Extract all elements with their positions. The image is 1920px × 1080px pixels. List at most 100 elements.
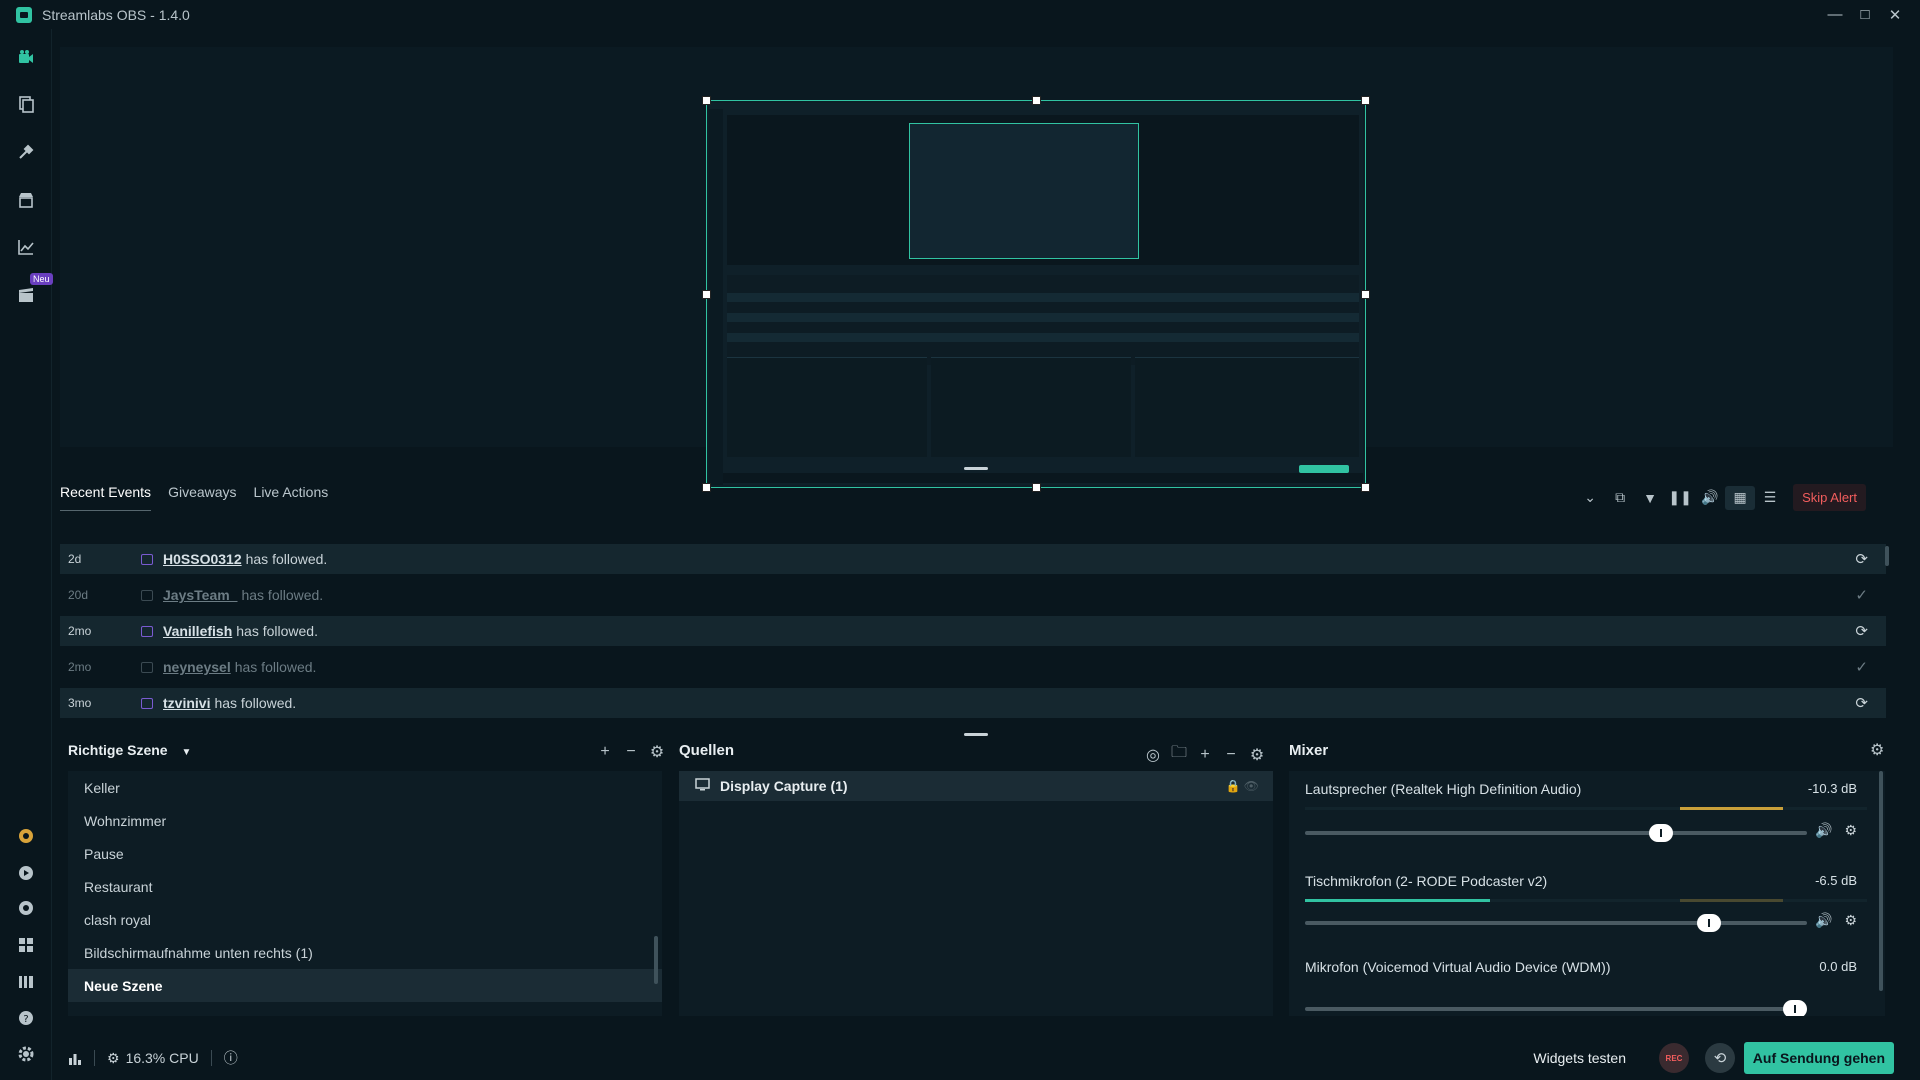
go-live-button[interactable]: Auf Sendung gehen bbox=[1743, 1042, 1894, 1074]
collapse-icon[interactable]: ⌄ bbox=[1575, 486, 1605, 510]
source-settings-icon[interactable]: ⚙ bbox=[1244, 745, 1270, 765]
display-capture-preview[interactable] bbox=[702, 96, 1370, 492]
events-scrollbar[interactable] bbox=[1885, 546, 1889, 566]
skip-alert-button[interactable]: Skip Alert bbox=[1793, 484, 1866, 511]
mute-alerts-icon[interactable]: 🔊 bbox=[1695, 486, 1725, 510]
event-row[interactable]: 20d JaysTeam_ has followed. ✓ bbox=[60, 580, 1886, 610]
resize-handle[interactable] bbox=[702, 96, 711, 105]
event-row[interactable]: 3mo tzvinivi has followed. ⟳ bbox=[60, 688, 1886, 718]
store-icon[interactable] bbox=[14, 188, 38, 212]
volume-slider-knob[interactable] bbox=[1696, 914, 1721, 932]
remove-scene-icon[interactable]: − bbox=[618, 743, 644, 761]
performance-stats-icon[interactable] bbox=[68, 1051, 82, 1065]
analytics-icon[interactable] bbox=[14, 235, 38, 259]
resize-handle[interactable] bbox=[1032, 483, 1041, 492]
event-user-link[interactable]: JaysTeam_ bbox=[163, 587, 237, 603]
channel-name: Mikrofon (Voicemod Virtual Audio Device … bbox=[1305, 959, 1611, 975]
tab-live-actions[interactable]: Live Actions bbox=[254, 484, 329, 510]
remove-source-icon[interactable]: − bbox=[1218, 746, 1244, 764]
widgets-test-button[interactable]: Widgets testen bbox=[1533, 1050, 1626, 1066]
filter-icon[interactable]: ▼ bbox=[1635, 486, 1665, 510]
add-source-icon[interactable]: + bbox=[1192, 746, 1218, 764]
list-view-icon[interactable]: ☰ bbox=[1755, 486, 1785, 510]
mixer-channel: Tischmikrofon (2- RODE Podcaster v2) -6.… bbox=[1305, 873, 1873, 932]
panel-resize-handle[interactable] bbox=[964, 733, 988, 736]
scene-item[interactable]: Bildschirmaufnahme unten rechts (1) bbox=[68, 936, 662, 969]
record-button[interactable]: REC bbox=[1659, 1043, 1689, 1073]
scene-item-active[interactable]: Neue Szene bbox=[68, 969, 662, 1002]
scene-collection-title[interactable]: Richtige Szene ▼ bbox=[68, 742, 191, 758]
volume-slider[interactable] bbox=[1305, 914, 1807, 932]
replay-buffer-icon[interactable]: ⟲ bbox=[1705, 1043, 1735, 1073]
mixer-scrollbar[interactable] bbox=[1879, 771, 1883, 991]
add-folder-icon[interactable]: 🗀 bbox=[1166, 741, 1192, 768]
add-scene-icon[interactable]: + bbox=[592, 743, 618, 761]
source-item[interactable]: Display Capture (1) 🔒 👁 bbox=[679, 771, 1273, 801]
resize-handle[interactable] bbox=[1032, 96, 1041, 105]
repeat-alert-icon[interactable]: ⟳ bbox=[1855, 694, 1868, 712]
prime-icon[interactable] bbox=[14, 824, 38, 848]
resize-handle[interactable] bbox=[1361, 96, 1370, 105]
highlighter-icon[interactable] bbox=[14, 283, 38, 307]
volume-slider-knob[interactable] bbox=[1649, 824, 1674, 842]
new-badge: Neu bbox=[30, 273, 53, 285]
scene-item[interactable]: Keller bbox=[68, 771, 662, 804]
resize-handle[interactable] bbox=[702, 290, 711, 299]
tab-recent-events[interactable]: Recent Events bbox=[60, 484, 152, 511]
mixer-channel: Lautsprecher (Realtek High Definition Au… bbox=[1305, 781, 1873, 842]
pause-icon[interactable]: ❚❚ bbox=[1665, 486, 1695, 510]
mute-speaker-icon[interactable]: 🔊 bbox=[1815, 912, 1832, 929]
panel-resize-handle[interactable] bbox=[964, 467, 988, 470]
apps-icon[interactable] bbox=[14, 970, 38, 994]
event-row[interactable]: 2mo neyneysel has followed. ✓ bbox=[60, 652, 1886, 682]
event-user-link[interactable]: H0SSO0312 bbox=[163, 551, 242, 567]
scene-item[interactable]: Pause bbox=[68, 837, 662, 870]
repeat-alert-icon[interactable]: ⟳ bbox=[1855, 550, 1868, 568]
scenes-scrollbar[interactable] bbox=[654, 936, 658, 984]
info-icon[interactable]: ⓘ bbox=[224, 1048, 238, 1068]
resize-handle[interactable] bbox=[702, 483, 711, 492]
themes-icon[interactable] bbox=[14, 92, 38, 116]
layout-icon[interactable] bbox=[14, 933, 38, 957]
popout-icon[interactable]: ⧉ bbox=[1605, 486, 1635, 510]
repeat-alert-icon[interactable]: ⟳ bbox=[1855, 622, 1868, 640]
card-view-icon[interactable]: ▦ bbox=[1725, 485, 1756, 510]
dashboard-icon[interactable] bbox=[14, 861, 38, 885]
event-row[interactable]: 2mo Vanillefish has followed. ⟳ bbox=[60, 616, 1886, 646]
read-checkmark-icon[interactable]: ✓ bbox=[1855, 658, 1868, 676]
channel-settings-icon[interactable]: ⚙ bbox=[1844, 912, 1857, 929]
stream-preview[interactable] bbox=[60, 47, 1893, 492]
selective-recording-icon[interactable]: ◎ bbox=[1140, 745, 1166, 765]
channel-db: -6.5 dB bbox=[1815, 873, 1857, 888]
mute-speaker-icon[interactable]: 🔊 bbox=[1815, 822, 1832, 839]
tab-giveaways[interactable]: Giveaways bbox=[168, 484, 236, 510]
volume-slider[interactable] bbox=[1305, 824, 1807, 842]
maximize-icon[interactable]: □ bbox=[1850, 0, 1880, 29]
cpu-icon: ⚙ bbox=[107, 1049, 120, 1066]
close-icon[interactable]: ✕ bbox=[1880, 0, 1910, 29]
sources-list: Display Capture (1) 🔒 👁 bbox=[679, 771, 1273, 1016]
chevron-down-icon[interactable]: ▼ bbox=[181, 747, 191, 758]
minimize-icon[interactable]: — bbox=[1820, 0, 1850, 29]
volume-slider-knob[interactable] bbox=[1783, 1000, 1807, 1016]
resize-handle[interactable] bbox=[1361, 483, 1370, 492]
scene-settings-icon[interactable]: ⚙ bbox=[644, 742, 670, 762]
scene-item[interactable]: clash royal bbox=[68, 903, 662, 936]
resize-handle[interactable] bbox=[1361, 290, 1370, 299]
event-row[interactable]: 2d H0SSO0312 has followed. ⟳ bbox=[60, 544, 1886, 574]
settings-icon[interactable] bbox=[14, 1042, 38, 1066]
mixer-settings-icon[interactable]: ⚙ bbox=[1870, 740, 1884, 760]
read-checkmark-icon[interactable]: ✓ bbox=[1855, 586, 1868, 604]
help-icon[interactable]: ? bbox=[14, 1006, 38, 1030]
event-user-link[interactable]: tzvinivi bbox=[163, 695, 210, 711]
event-user-link[interactable]: neyneysel bbox=[163, 659, 231, 675]
source-visibility-icons[interactable]: 🔒 👁 bbox=[1225, 779, 1259, 793]
scene-item[interactable]: Wohnzimmer bbox=[68, 804, 662, 837]
studio-mode-icon[interactable] bbox=[14, 46, 38, 70]
editor-tools-icon[interactable] bbox=[14, 140, 38, 164]
event-user-link[interactable]: Vanillefish bbox=[163, 623, 232, 639]
channel-settings-icon[interactable]: ⚙ bbox=[1844, 822, 1857, 839]
volume-slider[interactable] bbox=[1305, 1000, 1807, 1016]
scene-item[interactable]: Restaurant bbox=[68, 870, 662, 903]
chat-icon[interactable] bbox=[14, 897, 38, 921]
